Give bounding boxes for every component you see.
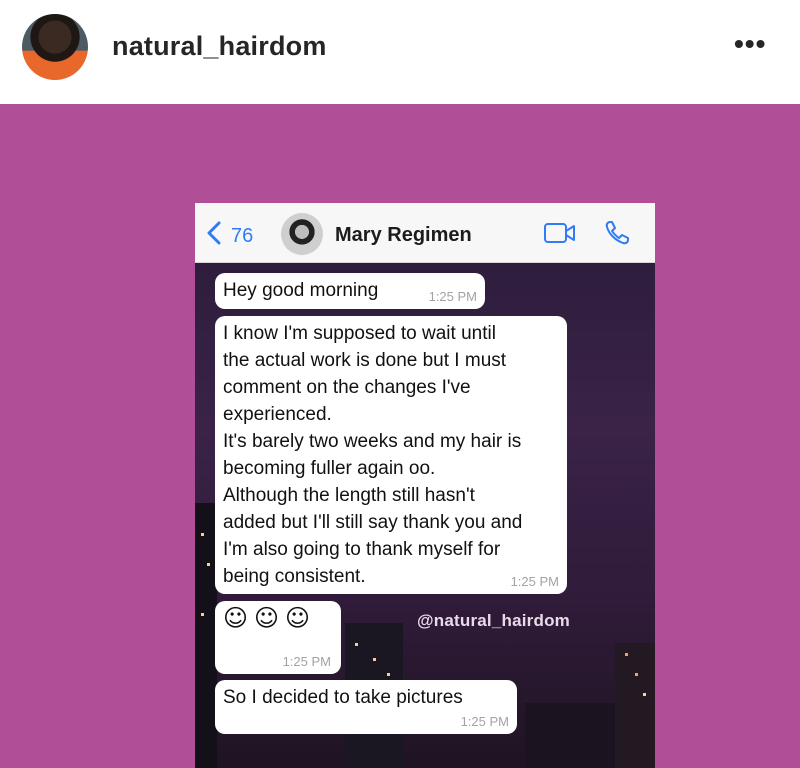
post-username[interactable]: natural_hairdom: [112, 31, 327, 62]
phone-icon[interactable]: [603, 219, 631, 247]
message-time: 1:25 PM: [460, 714, 509, 729]
chevron-left-icon[interactable]: [204, 220, 224, 246]
building-shape: [615, 643, 655, 768]
profile-avatar[interactable]: [22, 14, 88, 80]
contact-name[interactable]: Mary Regimen: [335, 224, 472, 247]
message-time: 1:25 PM: [282, 654, 331, 669]
building-window: [373, 658, 376, 661]
smiling-face-emoji: ☺☺☺: [223, 604, 317, 632]
building-window: [207, 563, 210, 566]
chat-header: 76 Mary Regimen: [195, 203, 655, 263]
message-bubble[interactable]: Hey good morning 1:25 PM: [215, 273, 485, 309]
building-window: [387, 673, 390, 676]
chat-screenshot: 76 Mary Regimen Hey good morning 1:25 PM…: [195, 203, 655, 768]
message-time: 1:25 PM: [428, 289, 477, 304]
building-window: [635, 673, 638, 676]
building-window: [625, 653, 628, 656]
message-bubble[interactable]: I know I'm supposed to wait until the ac…: [215, 316, 567, 594]
message-text: Hey good morning: [223, 280, 379, 301]
message-text: So I decided to take pictures: [223, 687, 463, 708]
video-call-icon[interactable]: [543, 221, 577, 245]
post-header: natural_hairdom •••: [0, 0, 800, 104]
message-time: 1:25 PM: [510, 574, 559, 589]
building-shape: [195, 503, 217, 768]
building-window: [201, 533, 204, 536]
message-bubble[interactable]: ☺☺☺ 1:25 PM: [215, 601, 341, 674]
message-bubble[interactable]: So I decided to take pictures 1:25 PM: [215, 680, 517, 734]
post-image: 76 Mary Regimen Hey good morning 1:25 PM…: [0, 104, 800, 768]
building-shape: [525, 703, 615, 768]
back-unread-count[interactable]: 76: [231, 225, 253, 248]
contact-avatar[interactable]: [281, 213, 323, 255]
watermark-text: @natural_hairdom: [417, 611, 570, 630]
building-window: [643, 693, 646, 696]
message-text: I know I'm supposed to wait until the ac…: [223, 323, 523, 587]
building-window: [355, 643, 358, 646]
more-options-icon[interactable]: •••: [734, 30, 766, 58]
building-window: [201, 613, 204, 616]
